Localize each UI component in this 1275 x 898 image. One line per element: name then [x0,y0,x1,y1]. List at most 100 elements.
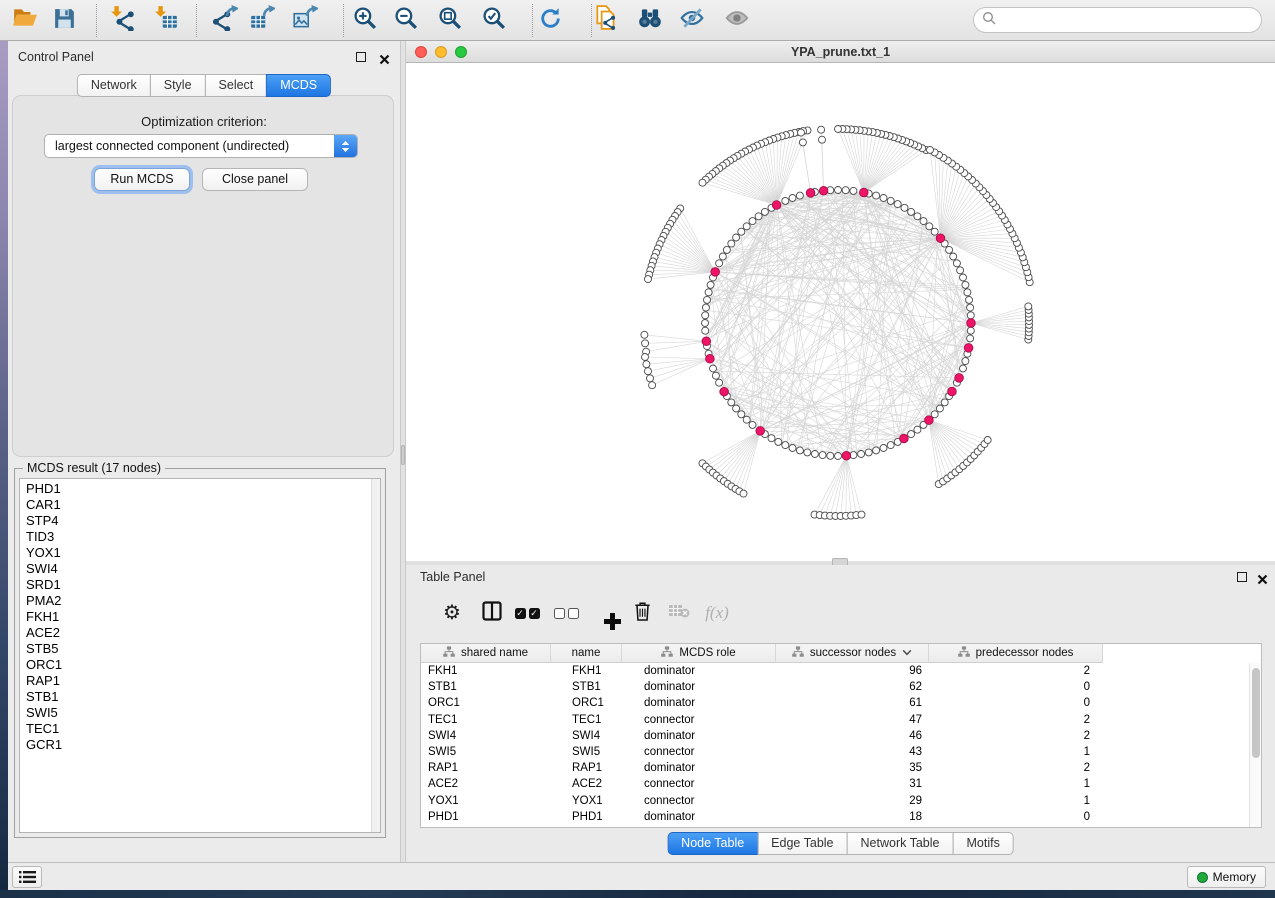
mcds-dominator-node[interactable] [948,387,957,396]
network-node[interactable] [908,431,915,438]
mcds-result-item[interactable]: TID3 [20,529,380,545]
zoom-fit-button[interactable] [434,5,466,36]
open-file-button[interactable] [9,5,41,36]
zoom-selected-button[interactable] [478,5,510,36]
mcds-result-item[interactable]: PHD1 [20,479,380,497]
close-panel-icon[interactable] [379,52,390,63]
network-node[interactable] [865,449,872,456]
network-node[interactable] [702,320,709,327]
vertical-splitter-handle[interactable] [401,445,405,465]
mcds-dominator-node[interactable] [900,434,909,443]
mcds-result-item[interactable]: FKH1 [20,609,380,625]
network-node[interactable] [827,452,834,459]
table-row[interactable]: RAP1RAP1dominator352 [421,760,1249,776]
mcds-result-item[interactable]: ORC1 [20,657,380,673]
network-node[interactable] [835,453,842,460]
mcds-result-item[interactable]: RAP1 [20,673,380,689]
network-leaf-node[interactable] [642,354,649,361]
zoom-in-button[interactable] [349,5,381,36]
network-node[interactable] [850,187,857,194]
network-node[interactable] [941,399,948,406]
table-row[interactable]: SWI5SWI5connector431 [421,744,1249,760]
column-visibility-button[interactable] [477,598,507,628]
run-mcds-button[interactable]: Run MCDS [94,168,190,191]
network-leaf-node[interactable] [699,179,706,186]
table-row[interactable]: STB1STB1dominator620 [421,679,1249,695]
network-node[interactable] [858,451,865,458]
float-panel-icon[interactable] [356,52,366,62]
network-node[interactable] [966,296,973,303]
table-row[interactable]: YOX1YOX1connector291 [421,793,1249,809]
zoom-out-button[interactable] [390,5,422,36]
network-node[interactable] [723,246,730,253]
network-node[interactable] [894,201,901,208]
network-node[interactable] [728,399,735,406]
network-node[interactable] [962,358,969,365]
network-node[interactable] [702,327,709,334]
network-node[interactable] [920,218,927,225]
mcds-result-item[interactable]: STB1 [20,689,380,705]
network-leaf-node[interactable] [799,139,806,146]
network-leaf-node[interactable] [643,361,650,368]
network-node[interactable] [710,365,717,372]
mcds-result-item[interactable]: STB5 [20,641,380,657]
network-node[interactable] [789,195,796,202]
column-header-predecessor-nodes[interactable]: predecessor nodes [929,644,1103,663]
network-node[interactable] [716,260,723,267]
network-node[interactable] [880,195,887,202]
mcds-dominator-node[interactable] [711,268,720,277]
mcds-dominator-node[interactable] [756,427,765,436]
delete-column-button[interactable] [627,598,657,628]
network-node[interactable] [733,405,740,412]
tab-network[interactable]: Network [77,74,151,97]
network-leaf-node[interactable] [642,340,649,347]
network-leaf-node[interactable] [647,375,654,382]
mcds-dominator-node[interactable] [842,451,851,460]
network-leaf-node[interactable] [645,368,652,375]
network-node[interactable] [733,234,740,241]
tab-select[interactable]: Select [205,74,268,97]
network-node[interactable] [811,451,818,458]
network-node[interactable] [880,445,887,452]
network-node[interactable] [719,253,726,260]
tab-node-table[interactable]: Node Table [667,832,758,855]
export-network-button[interactable] [209,5,241,36]
network-node[interactable] [782,197,789,204]
network-node[interactable] [960,274,967,281]
network-graph[interactable] [406,63,1275,561]
network-node[interactable] [926,223,933,230]
network-node[interactable] [873,192,880,199]
task-history-button[interactable] [12,866,42,888]
network-node[interactable] [716,379,723,386]
network-leaf-node[interactable] [798,129,805,136]
network-node[interactable] [931,228,938,235]
network-node[interactable] [749,218,756,225]
mcds-dominator-node[interactable] [772,201,781,210]
close-table-panel-icon[interactable] [1257,572,1268,583]
network-node[interactable] [887,197,894,204]
network-node[interactable] [804,449,811,456]
tab-edge-table[interactable]: Edge Table [757,832,847,855]
network-leaf-node[interactable] [835,126,842,133]
mcds-dominator-node[interactable] [936,234,945,243]
import-table-button[interactable] [150,5,182,36]
network-node[interactable] [914,426,921,433]
network-node[interactable] [967,335,974,342]
network-leaf-node[interactable] [649,382,656,389]
export-image-button[interactable] [289,5,321,36]
mcds-dominator-node[interactable] [720,387,729,396]
network-node[interactable] [707,281,714,288]
mcds-dominator-node[interactable] [819,187,828,196]
network-node[interactable] [789,445,796,452]
network-node[interactable] [712,372,719,379]
network-node[interactable] [743,223,750,230]
network-node[interactable] [873,447,880,454]
mcds-result-item[interactable]: YOX1 [20,545,380,561]
network-node[interactable] [953,260,960,267]
table-row[interactable]: PHD1PHD1dominator180 [421,809,1249,825]
network-node[interactable] [914,213,921,220]
mcds-result-item[interactable]: GCR1 [20,737,380,753]
network-leaf-node[interactable] [858,511,865,518]
close-panel-button[interactable]: Close panel [202,168,308,191]
mcds-dominator-node[interactable] [925,416,934,425]
